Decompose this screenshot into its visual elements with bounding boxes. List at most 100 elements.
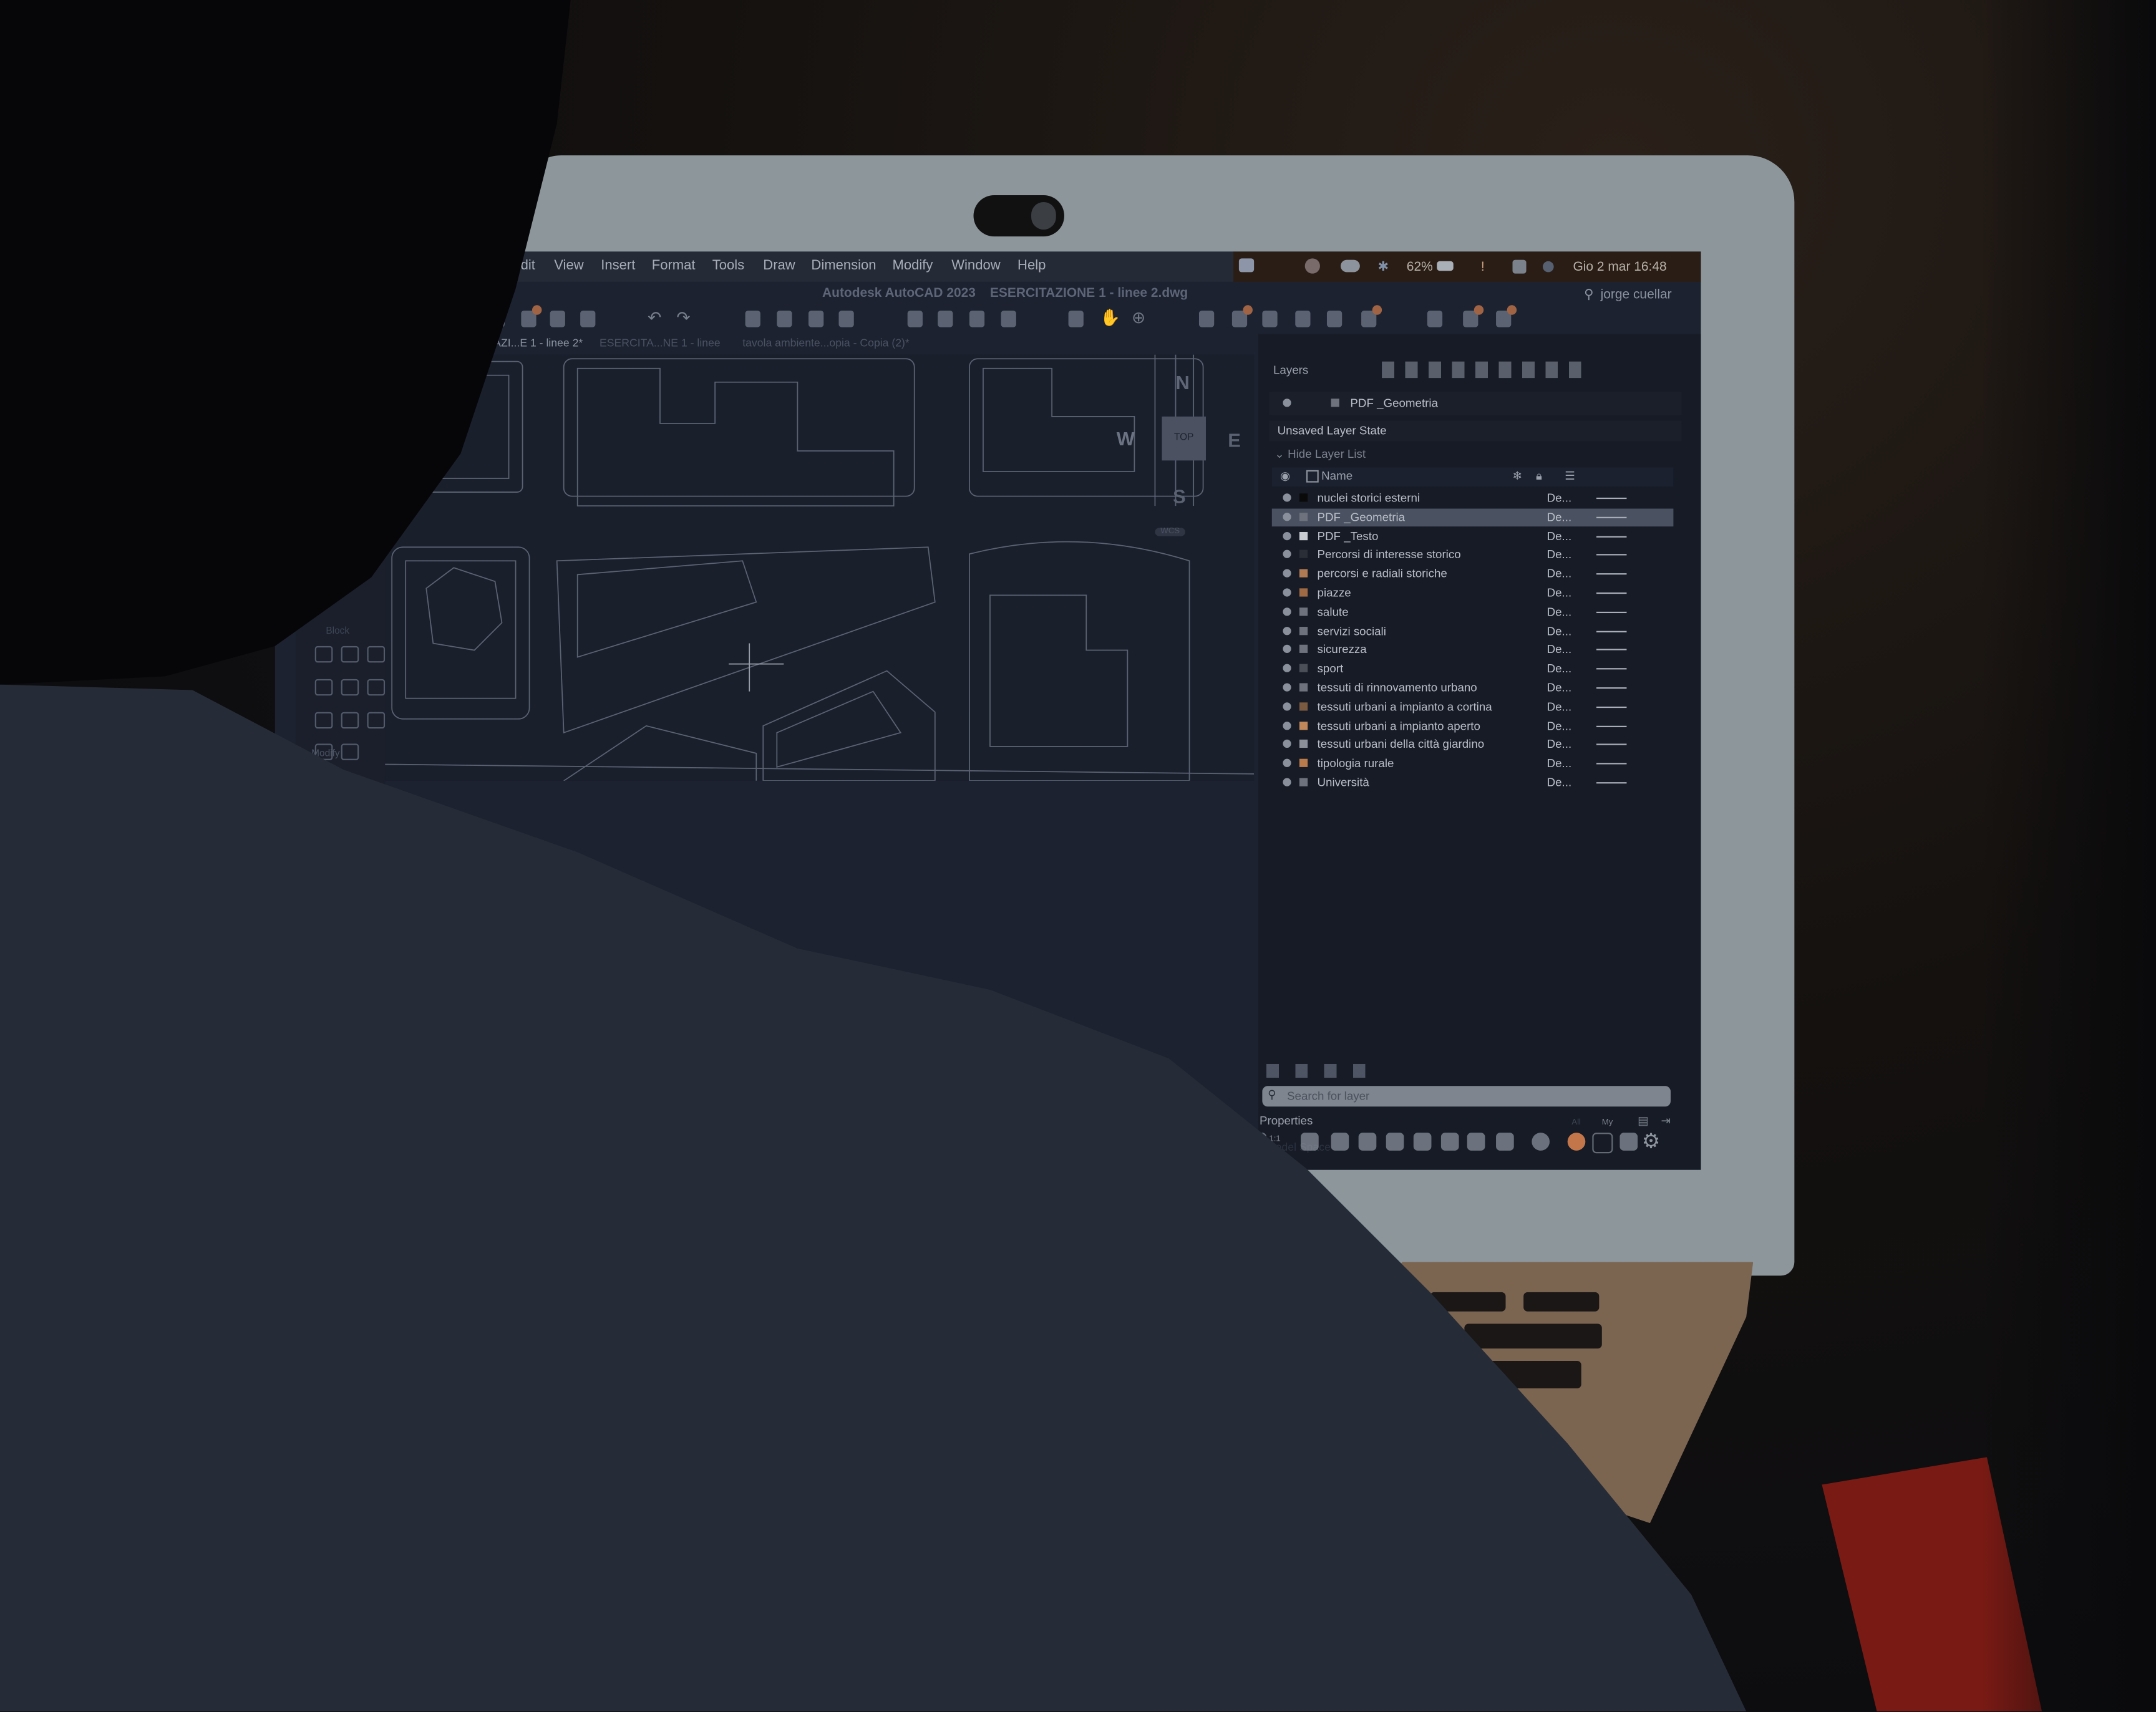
layer-row[interactable]: sicurezza De... xyxy=(1272,641,1674,659)
tool-icon[interactable] xyxy=(367,646,386,663)
sheet-set-icon[interactable] xyxy=(1001,311,1016,327)
hide-layer-list-toggle[interactable]: ⌄ Hide Layer List xyxy=(1275,447,1366,462)
menu-help[interactable]: Help xyxy=(1017,258,1046,273)
tab-tavola-ambiente[interactable]: tavola ambiente...opia - Copia (2)* xyxy=(742,337,910,349)
layer-color-swatch[interactable] xyxy=(1299,588,1308,597)
export-icon[interactable] xyxy=(838,311,854,327)
lock-ui-icon[interactable] xyxy=(1440,1133,1459,1151)
checkbox-icon[interactable] xyxy=(1306,470,1319,483)
visibility-dot[interactable] xyxy=(1283,550,1291,559)
visibility-dot[interactable] xyxy=(1283,702,1291,711)
layer-color-swatch[interactable] xyxy=(1299,607,1308,616)
hardware-accel-icon[interactable] xyxy=(1358,1133,1377,1151)
user-name[interactable]: jorge cuellar xyxy=(1601,288,1672,302)
import-icon[interactable] xyxy=(907,311,923,327)
menu-tools[interactable]: Tools xyxy=(712,258,744,273)
tool-icon[interactable] xyxy=(341,646,359,663)
palette-icon[interactable] xyxy=(1427,311,1443,327)
web-icon[interactable] xyxy=(1361,305,1382,327)
visibility-dot[interactable] xyxy=(1283,721,1291,730)
column-name[interactable]: Name xyxy=(1321,469,1352,483)
visibility-dot[interactable] xyxy=(1283,740,1291,748)
layer-row[interactable]: piazze De... xyxy=(1272,584,1674,602)
layer-tools-toolbar[interactable] xyxy=(1382,361,1588,379)
block-icon[interactable] xyxy=(1262,311,1278,327)
layer-state-dropdown[interactable]: Unsaved Layer State xyxy=(1269,420,1682,442)
layer-color-swatch[interactable] xyxy=(1299,531,1308,540)
layer-color-swatch[interactable] xyxy=(1299,740,1308,748)
view-cube-icon[interactable] xyxy=(1619,1133,1638,1151)
layer-row[interactable]: servizi sociali De... xyxy=(1272,622,1674,641)
layer-actions-toolbar[interactable] xyxy=(1266,1063,1377,1078)
freeze-icon[interactable]: ❄ xyxy=(1513,469,1523,484)
isolate-icon[interactable] xyxy=(1331,1133,1349,1151)
undo-icon[interactable]: ↶ xyxy=(648,308,661,327)
settings-gear-icon[interactable]: ⚙ xyxy=(1642,1129,1661,1153)
batch-plot-icon[interactable] xyxy=(777,311,792,327)
attach-icon[interactable] xyxy=(938,311,953,327)
tool-icon[interactable] xyxy=(314,712,333,729)
user-icon[interactable]: ⚲ xyxy=(1584,288,1593,302)
creative-cloud-icon[interactable] xyxy=(1304,258,1320,274)
status-dot-icon[interactable] xyxy=(1567,1133,1586,1151)
visibility-dot[interactable] xyxy=(1283,645,1291,654)
menu-window[interactable]: Window xyxy=(951,258,1000,273)
viewcube-east[interactable]: E xyxy=(1228,429,1241,451)
layer-color-swatch[interactable] xyxy=(1299,664,1308,673)
redo-icon[interactable]: ↷ xyxy=(676,308,690,327)
viewcube-top-face[interactable]: TOP xyxy=(1162,416,1206,461)
layer-row[interactable]: tessuti urbani a impianto aperto De... xyxy=(1272,717,1674,735)
layer-color-swatch[interactable] xyxy=(1299,702,1308,711)
layer-row[interactable]: PDF _Testo De... xyxy=(1272,527,1674,545)
xref-icon[interactable] xyxy=(969,311,985,327)
visibility-dot[interactable] xyxy=(1283,512,1291,521)
menu-format[interactable]: Format xyxy=(652,258,696,273)
visibility-dot[interactable] xyxy=(1283,588,1291,597)
eye-icon[interactable]: ◉ xyxy=(1280,469,1290,484)
control-center-icon[interactable] xyxy=(1512,259,1527,274)
orbit-icon[interactable]: ⊕ xyxy=(1132,308,1145,327)
layer-row[interactable]: PDF _Geometria De... xyxy=(1271,508,1674,526)
measure-icon[interactable] xyxy=(1326,311,1343,327)
visibility-dot[interactable] xyxy=(1283,664,1291,673)
tool-icon[interactable] xyxy=(314,679,333,696)
tool-icon[interactable] xyxy=(367,712,386,729)
plot-icon[interactable] xyxy=(745,311,760,327)
layer-row[interactable]: tessuti urbani della città giardino De... xyxy=(1272,736,1674,754)
drawing-canvas[interactable]: TOP N W E S WCS xyxy=(385,354,1255,781)
open-icon[interactable] xyxy=(521,305,542,327)
layer-row[interactable]: tessuti di rinnovamento urbano De... xyxy=(1272,679,1674,697)
layer-search-input[interactable]: ⚲ Search for layer xyxy=(1262,1086,1671,1107)
layer-row[interactable]: tipologia rurale De... xyxy=(1272,755,1674,773)
zoom-window-icon[interactable] xyxy=(1068,311,1084,327)
layer-row[interactable]: nuclei storici esterni De... xyxy=(1272,490,1674,508)
layer-color-swatch[interactable] xyxy=(1299,759,1308,768)
layer-color-swatch[interactable] xyxy=(1299,645,1308,654)
publish-icon[interactable] xyxy=(808,311,824,327)
battery-icon[interactable] xyxy=(1437,261,1454,271)
visibility-dot[interactable] xyxy=(1283,607,1291,616)
markup-icon[interactable] xyxy=(1496,305,1517,327)
layer-color-swatch[interactable] xyxy=(1299,512,1308,521)
cloud-icon[interactable] xyxy=(1340,259,1360,273)
viewcube-west[interactable]: W xyxy=(1117,427,1135,449)
viewcube-south[interactable]: S xyxy=(1173,485,1186,507)
layer-row[interactable]: percorsi e radiali storiche De... xyxy=(1272,565,1674,583)
lock-icon[interactable]: 🔒︎ xyxy=(1536,469,1542,484)
match-properties-icon[interactable] xyxy=(1198,311,1215,327)
save-as-icon[interactable] xyxy=(580,311,596,327)
layer-row[interactable]: tessuti urbani a impianto a cortina De... xyxy=(1272,698,1674,716)
menu-dimension[interactable]: Dimension xyxy=(811,258,876,273)
ucs-menu[interactable]: WCS xyxy=(1155,528,1185,536)
display-icon[interactable] xyxy=(1238,258,1255,273)
visibility-dot[interactable] xyxy=(1283,493,1291,502)
tool-icon[interactable] xyxy=(341,679,359,696)
layer-row[interactable]: sport De... xyxy=(1272,660,1674,678)
siri-icon[interactable] xyxy=(1543,261,1554,273)
current-layer-dropdown[interactable]: PDF _Geometria xyxy=(1269,392,1682,415)
layer-color-swatch[interactable] xyxy=(1299,493,1308,502)
pan-hand-icon[interactable]: ✋ xyxy=(1100,308,1120,327)
object-snap-icon[interactable] xyxy=(1467,1133,1485,1151)
layer-color-swatch[interactable] xyxy=(1299,721,1308,730)
visibility-dot[interactable] xyxy=(1283,759,1291,768)
